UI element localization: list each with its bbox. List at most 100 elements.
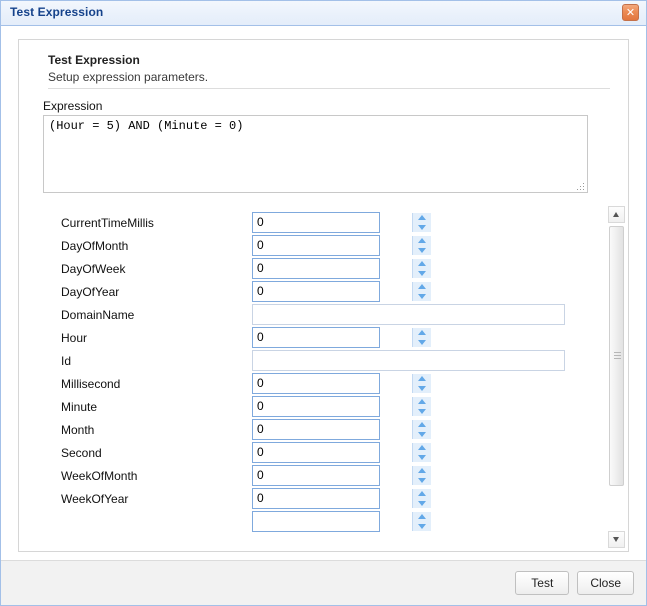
spinner-up-arrow-icon[interactable] [413,236,431,245]
spinner-up-arrow-icon[interactable] [413,443,431,452]
spinner-up-arrow-icon[interactable] [413,489,431,498]
parameter-row: Month [20,419,605,442]
parameter-label: Month [61,423,95,437]
parameter-spinner[interactable] [252,488,431,509]
parameter-spinner[interactable] [252,511,431,532]
parameter-label: DayOfMonth [61,239,129,253]
spinner-down-arrow-icon[interactable] [413,384,431,393]
parameter-value-input[interactable] [253,466,412,485]
close-button[interactable]: Close [577,571,634,595]
spinner-buttons[interactable] [412,420,431,439]
close-icon[interactable]: ✕ [622,4,639,21]
spinner-down-arrow-icon[interactable] [413,476,431,485]
parameter-spinner[interactable] [252,281,431,302]
spinner-up-arrow-icon[interactable] [413,374,431,383]
parameter-spinner[interactable] [252,258,431,279]
dialog-body: Test Expression Setup expression paramet… [1,26,646,560]
scrollbar-track[interactable] [608,224,625,530]
parameter-label: WeekOfMonth [61,469,138,483]
expression-label: Expression [43,99,103,113]
panel-header: Test Expression Setup expression paramet… [19,40,628,93]
parameter-row: WeekOfMonth [20,465,605,488]
parameter-spinner[interactable] [252,465,431,486]
spinner-up-arrow-icon[interactable] [413,259,431,268]
parameter-value-input[interactable] [253,282,412,301]
parameter-label: DayOfYear [61,285,120,299]
parameter-spinner[interactable] [252,396,431,417]
scrollbar-thumb[interactable] [609,226,624,486]
parameter-value-input[interactable] [253,374,412,393]
spinner-up-arrow-icon[interactable] [413,466,431,475]
spinner-buttons[interactable] [412,259,431,278]
parameter-spinner[interactable] [252,327,431,348]
vertical-scrollbar[interactable] [608,206,625,548]
spinner-up-arrow-icon[interactable] [413,420,431,429]
spinner-buttons[interactable] [412,282,431,301]
parameter-row [20,511,605,534]
header-divider [48,88,610,89]
spinner-buttons[interactable] [412,443,431,462]
spinner-down-arrow-icon[interactable] [413,292,431,301]
parameter-row: Second [20,442,605,465]
spinner-down-arrow-icon[interactable] [413,407,431,416]
parameter-value-input[interactable] [253,397,412,416]
parameter-text-field[interactable] [252,350,565,371]
spinner-up-arrow-icon[interactable] [413,328,431,337]
dialog-title: Test Expression [10,5,104,19]
spinner-down-arrow-icon[interactable] [413,223,431,232]
parameter-label: Second [61,446,102,460]
parameter-value-input[interactable] [253,259,412,278]
scroll-down-arrow-icon[interactable] [608,531,625,548]
spinner-buttons[interactable] [412,328,431,347]
dialog-titlebar: Test Expression ✕ [1,1,646,26]
spinner-down-arrow-icon[interactable] [413,338,431,347]
expression-input[interactable] [43,115,588,193]
parameter-row: CurrentTimeMillis [20,212,605,235]
parameter-row: Hour [20,327,605,350]
parameter-label: Minute [61,400,98,414]
scroll-up-arrow-icon[interactable] [608,206,625,223]
spinner-buttons[interactable] [412,213,431,232]
parameter-spinner[interactable] [252,419,431,440]
parameter-text-field[interactable] [252,304,565,325]
parameter-row: Id [20,350,605,373]
parameter-value-input[interactable] [253,420,412,439]
spinner-down-arrow-icon[interactable] [413,269,431,278]
spinner-buttons[interactable] [412,489,431,508]
parameter-label: Hour [61,331,88,345]
parameter-label: DayOfWeek [61,262,126,276]
spinner-buttons[interactable] [412,397,431,416]
parameter-spinner[interactable] [252,235,431,256]
parameter-value-input[interactable] [253,213,412,232]
parameter-row: DomainName [20,304,605,327]
parameter-value-input[interactable] [253,328,412,347]
parameter-row: DayOfWeek [20,258,605,281]
spinner-buttons[interactable] [412,374,431,393]
spinner-down-arrow-icon[interactable] [413,430,431,439]
spinner-buttons[interactable] [412,236,431,255]
parameter-value-input[interactable] [253,236,412,255]
parameter-value-input[interactable] [253,443,412,462]
parameter-spinner[interactable] [252,212,431,233]
spinner-buttons[interactable] [412,512,431,531]
spinner-down-arrow-icon[interactable] [413,246,431,255]
parameter-spinner[interactable] [252,373,431,394]
parameter-value-input[interactable] [253,305,564,324]
spinner-up-arrow-icon[interactable] [413,512,431,521]
parameter-value-input[interactable] [253,351,564,370]
spinner-up-arrow-icon[interactable] [413,213,431,222]
spinner-down-arrow-icon[interactable] [413,522,431,531]
spinner-down-arrow-icon[interactable] [413,499,431,508]
spinner-buttons[interactable] [412,466,431,485]
test-button[interactable]: Test [515,571,570,595]
parameter-row: Minute [20,396,605,419]
spinner-up-arrow-icon[interactable] [413,397,431,406]
parameter-value-input[interactable] [253,512,412,531]
spinner-up-arrow-icon[interactable] [413,282,431,291]
spinner-down-arrow-icon[interactable] [413,453,431,462]
parameter-value-input[interactable] [253,489,412,508]
parameter-label: Millisecond [61,377,121,391]
parameter-label: DomainName [61,308,135,322]
parameter-spinner[interactable] [252,442,431,463]
parameter-label: CurrentTimeMillis [61,216,154,230]
